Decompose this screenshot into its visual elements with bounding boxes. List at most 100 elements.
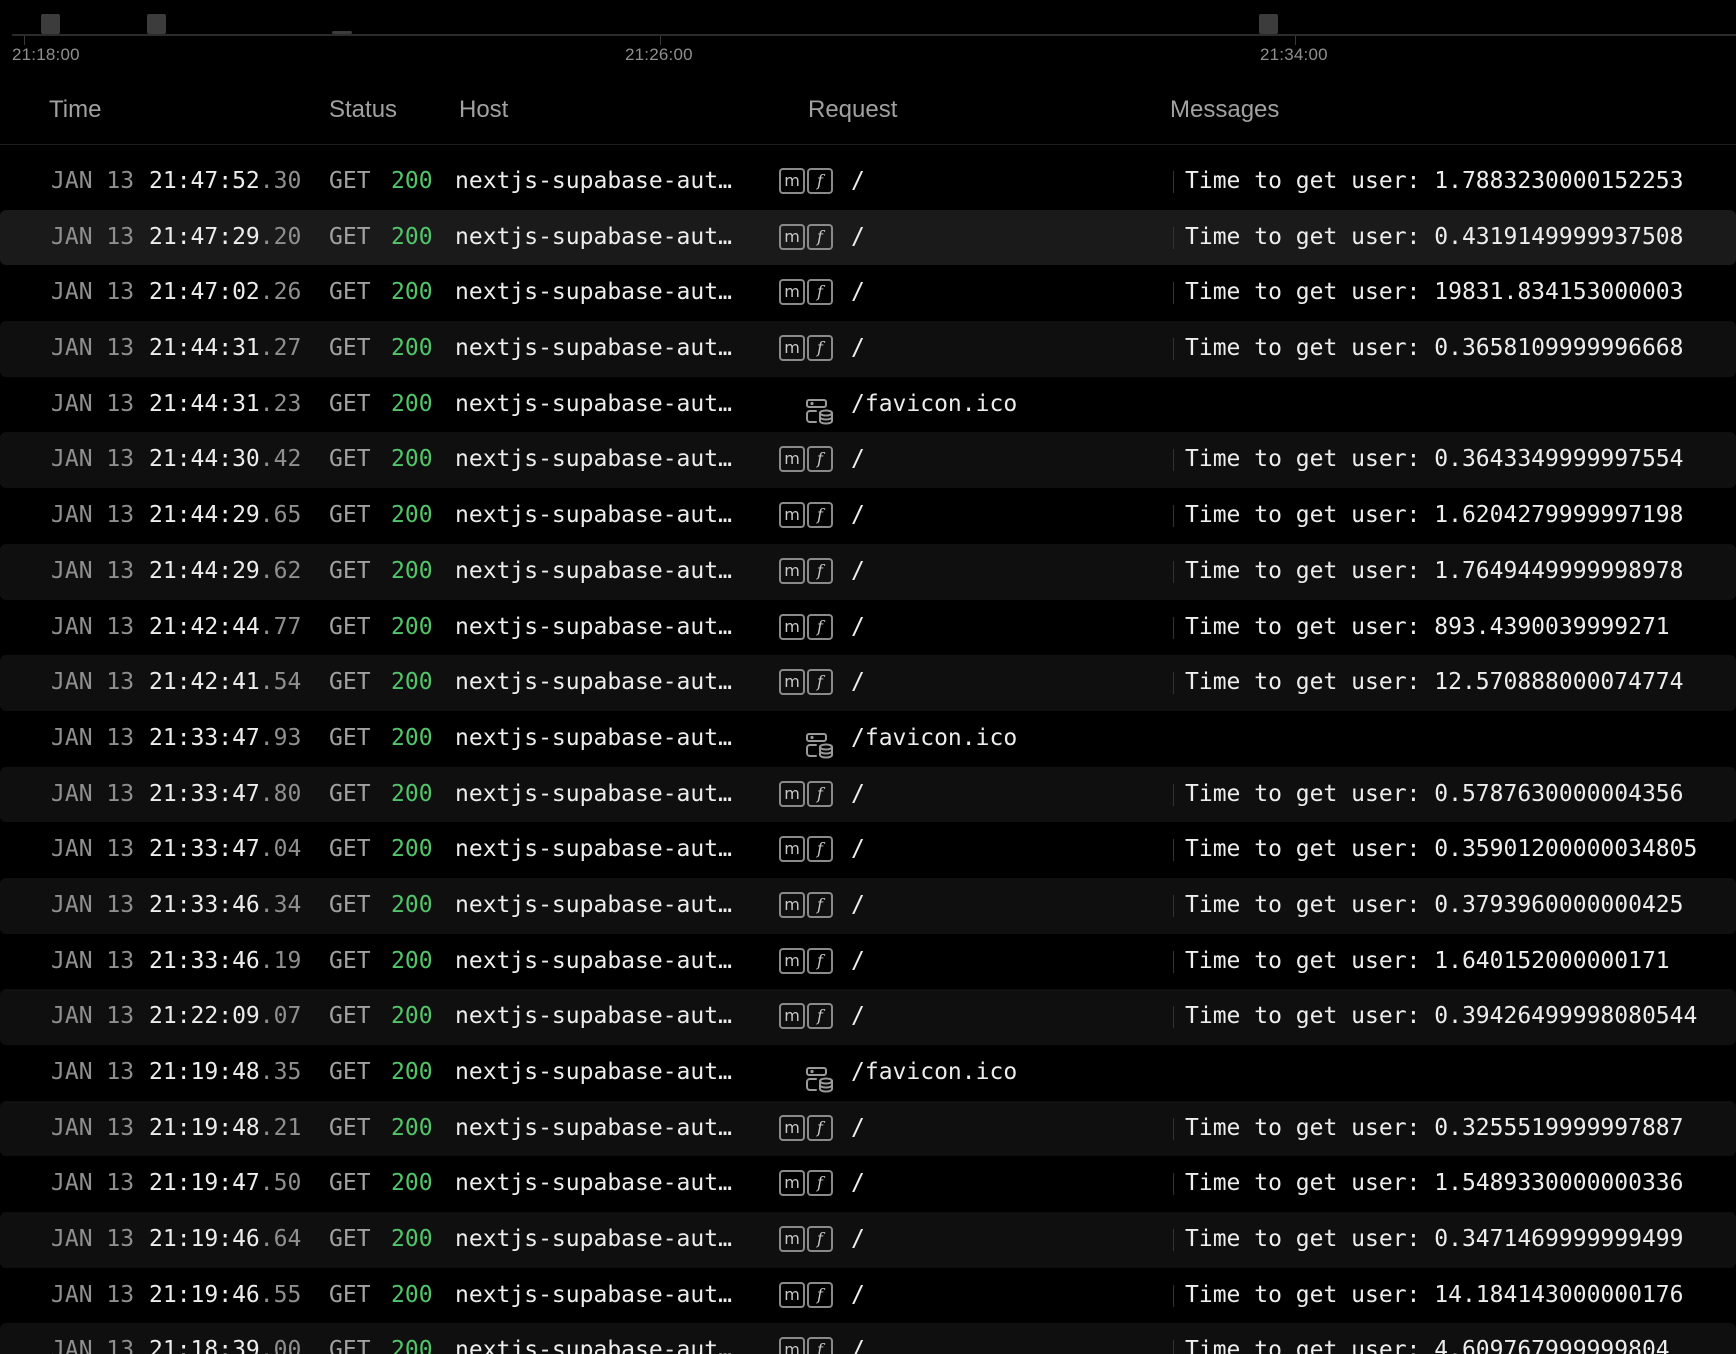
log-time-seconds: 21:33:47 xyxy=(149,836,260,863)
log-time-fraction: .93 xyxy=(259,724,302,751)
log-row[interactable]: JAN 13 21:44:29.62 GET 200 nextjs-supabase-a… xyxy=(0,543,1736,600)
column-header-time[interactable]: Time xyxy=(49,96,101,124)
function-icon: f xyxy=(807,335,833,362)
log-row[interactable]: JAN 13 21:19:48.35 GET 200 nextjs-supabase-a… xyxy=(0,1045,1736,1101)
log-method: GET xyxy=(329,223,371,250)
log-row[interactable]: JAN 13 21:33:47.04 GET 200 nextjs-supabase-a… xyxy=(0,822,1736,878)
log-host: nextjs-supabase-aut… xyxy=(455,613,732,640)
log-date: JAN 13 xyxy=(51,557,135,584)
log-method: GET xyxy=(329,1059,371,1085)
log-row[interactable]: JAN 13 21:44:31.27 GET 200 nextjs-supabase-a… xyxy=(0,321,1736,377)
log-message: Time to get user: 0.3643349999997554 xyxy=(1185,446,1684,473)
log-row[interactable]: JAN 13 21:19:46.55 GET 200 nextjs-supabase-a… xyxy=(0,1268,1736,1324)
log-time-fraction: .77 xyxy=(259,613,302,640)
log-method: GET xyxy=(329,446,371,473)
log-row[interactable]: JAN 13 21:47:29.20 GET 200 nextjs-supabase-a… xyxy=(0,209,1736,266)
log-row[interactable]: JAN 13 21:33:47.93 GET 200 nextjs-supabase-a… xyxy=(0,711,1736,767)
message-divider xyxy=(1173,226,1174,249)
request-path: / xyxy=(851,335,865,362)
message-divider xyxy=(1173,1117,1174,1140)
middleware-icon: m xyxy=(779,1337,805,1354)
log-row[interactable]: JAN 13 21:44:30.42 GET 200 nextjs-supabase-a… xyxy=(0,432,1736,489)
middleware-icon: m xyxy=(779,502,805,529)
log-row[interactable]: JAN 13 21:33:47.80 GET 200 nextjs-supabase-a… xyxy=(0,766,1736,823)
timeline-bar[interactable] xyxy=(147,14,166,34)
log-method: GET xyxy=(329,613,371,640)
message-divider xyxy=(1173,1340,1174,1354)
log-message: Time to get user: 0.3255519999997887 xyxy=(1185,1114,1684,1141)
function-icon: f xyxy=(807,947,833,974)
log-row[interactable]: JAN 13 21:19:48.21 GET 200 nextjs-supabase-a… xyxy=(0,1100,1736,1157)
log-time: 21:44:30.42 xyxy=(149,432,301,488)
message-divider xyxy=(1173,338,1174,361)
column-header-host[interactable]: Host xyxy=(459,96,508,124)
middleware-icon: m xyxy=(779,223,805,250)
log-time-seconds: 21:44:29 xyxy=(149,502,260,529)
log-row[interactable]: JAN 13 21:42:41.54 GET 200 nextjs-supabase-a… xyxy=(0,655,1736,711)
column-header-messages[interactable]: Messages xyxy=(1170,96,1279,124)
log-host: nextjs-supabase-aut… xyxy=(455,1003,732,1030)
log-message: Time to get user: 0.3471469999999499 xyxy=(1185,1226,1684,1253)
log-date: JAN 13 xyxy=(51,1114,135,1141)
message-divider xyxy=(1173,560,1174,583)
static-asset-icon xyxy=(805,392,835,425)
log-time-seconds: 21:47:29 xyxy=(149,223,260,250)
log-time: 21:33:46.19 xyxy=(149,934,301,990)
middleware-icon: m xyxy=(779,780,805,807)
log-time-fraction: .07 xyxy=(259,1003,302,1030)
timeline-bar[interactable] xyxy=(1259,14,1278,34)
timeline-bar[interactable] xyxy=(41,14,60,34)
log-time: 21:47:29.20 xyxy=(149,210,301,266)
log-time-seconds: 21:42:44 xyxy=(149,613,260,640)
log-host: nextjs-supabase-aut… xyxy=(455,947,732,974)
log-host: nextjs-supabase-aut… xyxy=(455,557,732,584)
timeline-tick xyxy=(24,36,25,45)
log-row[interactable]: JAN 13 21:42:44.77 GET 200 nextjs-supabase-a… xyxy=(0,600,1736,656)
log-date: JAN 13 xyxy=(51,1003,135,1030)
column-header-status[interactable]: Status xyxy=(329,96,397,124)
request-path: / xyxy=(851,279,865,306)
log-row[interactable]: JAN 13 21:22:09.07 GET 200 nextjs-supabase-a… xyxy=(0,989,1736,1045)
table-header: Time Status Host Request Messages xyxy=(0,80,1736,145)
message-divider xyxy=(1173,282,1174,305)
request-path: / xyxy=(851,1226,865,1253)
log-host: nextjs-supabase-aut… xyxy=(455,1059,732,1085)
log-host: nextjs-supabase-aut… xyxy=(455,724,732,751)
message-divider xyxy=(1173,1006,1174,1029)
log-message: Time to get user: 14.184143000000176 xyxy=(1185,1281,1684,1308)
static-asset-icon xyxy=(805,726,835,759)
message-divider xyxy=(1173,839,1174,862)
status-code: 200 xyxy=(391,891,433,918)
log-row[interactable]: JAN 13 21:33:46.34 GET 200 nextjs-supabase-a… xyxy=(0,877,1736,934)
message-divider xyxy=(1173,672,1174,695)
status-code: 200 xyxy=(391,502,433,529)
column-header-request[interactable]: Request xyxy=(808,96,897,124)
log-time-fraction: .21 xyxy=(259,1114,302,1141)
log-date: JAN 13 xyxy=(51,947,135,974)
log-row[interactable]: JAN 13 21:44:29.65 GET 200 nextjs-supabase-a… xyxy=(0,488,1736,544)
log-row[interactable]: JAN 13 21:47:52.30 GET 200 nextjs-supabase-a… xyxy=(0,154,1736,210)
log-date: JAN 13 xyxy=(51,780,135,807)
log-date: JAN 13 xyxy=(51,724,135,751)
request-timeline[interactable]: 21:18:00 21:26:00 21:34:00 xyxy=(0,0,1736,80)
log-host: nextjs-supabase-aut… xyxy=(455,390,732,417)
function-icon: f xyxy=(807,502,833,529)
log-message: Time to get user: 4.609767999999804 xyxy=(1185,1337,1670,1354)
status-code: 200 xyxy=(391,1170,433,1197)
log-row[interactable]: JAN 13 21:33:46.19 GET 200 nextjs-supabase-a… xyxy=(0,934,1736,990)
function-icon: f xyxy=(807,1337,833,1354)
log-time-seconds: 21:44:30 xyxy=(149,446,260,473)
log-method: GET xyxy=(329,279,371,306)
log-time: 21:42:44.77 xyxy=(149,600,301,656)
log-time-fraction: .19 xyxy=(259,947,302,974)
log-row[interactable]: JAN 13 21:19:46.64 GET 200 nextjs-supabase-a… xyxy=(0,1212,1736,1268)
log-row[interactable]: JAN 13 21:47:02.26 GET 200 nextjs-supabase-a… xyxy=(0,265,1736,321)
log-time: 21:42:41.54 xyxy=(149,655,301,711)
log-row[interactable]: JAN 13 21:18:39.00 GET 200 nextjs-supabase-a… xyxy=(0,1323,1736,1354)
log-time: 21:33:47.93 xyxy=(149,711,301,767)
log-host: nextjs-supabase-aut… xyxy=(455,502,732,529)
log-row[interactable]: JAN 13 21:44:31.23 GET 200 nextjs-supabase-a… xyxy=(0,377,1736,433)
log-time-fraction: .27 xyxy=(259,335,302,362)
log-row[interactable]: JAN 13 21:19:47.50 GET 200 nextjs-supabase-a… xyxy=(0,1156,1736,1212)
log-date: JAN 13 xyxy=(51,669,135,696)
